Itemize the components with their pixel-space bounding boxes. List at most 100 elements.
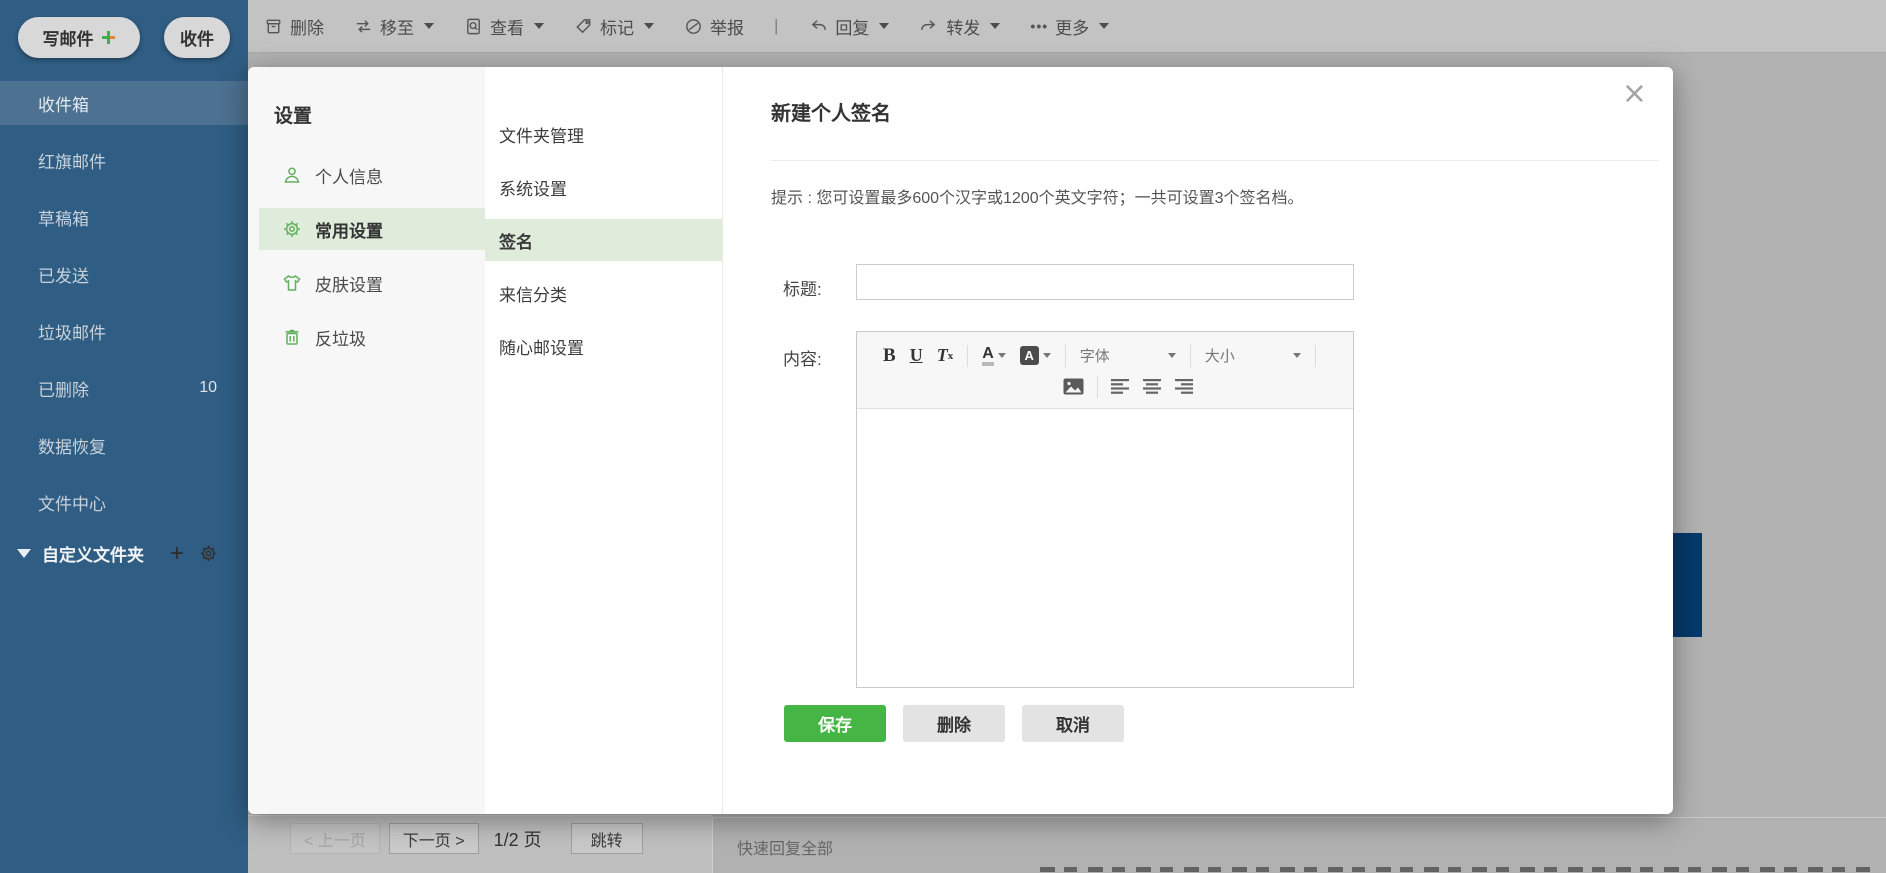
text-color-button[interactable]: A <box>982 345 1006 367</box>
font-family-select[interactable]: 字体 <box>1080 345 1176 366</box>
subnav-label: 系统设置 <box>499 179 567 199</box>
toolbar-item-label: 查看 <box>490 18 524 38</box>
toolbar-item-label: 举报 <box>710 18 744 38</box>
insert-image-button[interactable] <box>1063 378 1084 395</box>
plus-pencil-icon <box>101 31 115 44</box>
clear-format-button[interactable]: Tx <box>937 345 954 366</box>
receive-mail-label: 收件 <box>180 30 214 49</box>
font-size-select[interactable]: 大小 <box>1205 345 1301 366</box>
subnav-suixin-mail[interactable]: 随心邮设置 <box>485 325 722 367</box>
folder-label: 收件箱 <box>38 95 89 115</box>
next-page-button[interactable]: 下一页 > <box>388 823 479 854</box>
caret-down-icon <box>1292 353 1301 358</box>
settings-nav-label: 反垃圾 <box>315 329 366 349</box>
toolbar-divider: | <box>774 16 779 35</box>
settings-nav-skin[interactable]: 皮肤设置 <box>259 262 485 304</box>
compose-row: 写邮件 收件 <box>0 0 248 58</box>
subnav-incoming-classification[interactable]: 来信分类 <box>485 272 722 314</box>
caret-down-icon <box>990 23 1001 29</box>
subnav-signature[interactable]: 签名 <box>485 219 722 261</box>
reply-button[interactable]: 回复 <box>808 14 890 39</box>
toolbar-separator <box>1189 344 1191 367</box>
trash-icon <box>266 19 281 33</box>
caret-down-icon <box>1042 353 1051 358</box>
jump-page-button[interactable]: 跳转 <box>570 823 643 854</box>
forward-button[interactable]: 转发 <box>919 14 1001 39</box>
bold-button[interactable]: B <box>883 345 896 367</box>
folder-label: 数据恢复 <box>38 437 106 457</box>
subnav-label: 来信分类 <box>499 285 567 305</box>
align-left-icon <box>1111 379 1129 394</box>
save-button[interactable]: 保存 <box>784 705 886 742</box>
more-button[interactable]: ••• 更多 <box>1030 14 1110 39</box>
content-field-label: 内容: <box>783 350 822 369</box>
delete-button[interactable]: 删除 <box>903 705 1005 742</box>
toolbar-separator <box>1097 375 1098 398</box>
sidebar-item-inbox[interactable]: 收件箱 <box>0 81 248 125</box>
prev-page-button[interactable]: < 上一页 <box>290 823 380 854</box>
subnav-system-settings[interactable]: 系统设置 <box>485 166 722 208</box>
settings-modal: 设置 个人信息 常用设置 皮肤设置 反垃圾 文件夹管理 系统设置 签名 来信分类… <box>248 67 1673 814</box>
move-arrows-icon <box>356 19 371 33</box>
custom-folders-label: 自定义文件夹 <box>42 546 144 565</box>
mail-toolbar: 删除 移至 查看 标记 举报 | 回复 转发 ••• 更多 <box>248 0 1886 53</box>
toolbar-item-label: 移至 <box>380 18 414 38</box>
sidebar-item-deleted[interactable]: 已删除 10 <box>0 366 248 410</box>
folder-label: 红旗邮件 <box>38 152 106 172</box>
background-color-button[interactable]: A <box>1019 346 1051 365</box>
subnav-label: 签名 <box>499 232 533 252</box>
folder-label: 已发送 <box>38 266 89 286</box>
caret-down-icon <box>1167 353 1176 358</box>
pagination: < 上一页 下一页 > 1/2 页 跳转 <box>290 823 643 854</box>
more-dots-icon: ••• <box>1030 18 1049 34</box>
cancel-button[interactable]: 取消 <box>1022 705 1124 742</box>
editor-toolbar-row-2 <box>1063 371 1341 402</box>
folder-label: 已删除 <box>38 380 89 400</box>
gear-icon <box>200 545 217 562</box>
align-right-button[interactable] <box>1175 379 1194 394</box>
settings-nav-personal-info[interactable]: 个人信息 <box>259 154 485 196</box>
reply-arrow-icon <box>812 19 827 30</box>
align-right-icon <box>1175 379 1193 394</box>
align-left-button[interactable] <box>1111 379 1130 394</box>
custom-folders-section[interactable]: 自定义文件夹 + <box>0 541 248 566</box>
caret-down-icon <box>1099 23 1110 29</box>
settings-nav-label: 皮肤设置 <box>315 275 383 295</box>
title-divider <box>771 160 1659 161</box>
align-center-button[interactable] <box>1143 379 1162 394</box>
sidebar-item-drafts[interactable]: 草稿箱 <box>0 195 248 239</box>
report-button[interactable]: 举报 <box>684 14 744 39</box>
sidebar-item-flagged[interactable]: 红旗邮件 <box>0 138 248 182</box>
text-color-icon: A <box>982 345 994 367</box>
sidebar-item-spam[interactable]: 垃圾邮件 <box>0 309 248 353</box>
tag-button[interactable]: 标记 <box>574 14 654 39</box>
view-button[interactable]: 查看 <box>464 14 544 39</box>
subnav-folder-management[interactable]: 文件夹管理 <box>485 113 722 155</box>
underline-button[interactable]: U <box>910 345 923 366</box>
receive-mail-button[interactable]: 收件 <box>164 17 230 58</box>
write-mail-label: 写邮件 <box>42 30 94 49</box>
quick-reply-all-button[interactable]: 快速回复全部 <box>737 835 833 859</box>
settings-nav-antispam[interactable]: 反垃圾 <box>259 316 485 358</box>
sidebar-item-data-recovery[interactable]: 数据恢复 <box>0 423 248 467</box>
settings-nav-label: 个人信息 <box>315 167 383 187</box>
background-color-icon: A <box>1019 346 1039 365</box>
signature-content-area[interactable] <box>857 409 1353 687</box>
clipped-text-strip <box>1040 867 1870 872</box>
close-icon[interactable]: × <box>1622 79 1647 109</box>
delete-button[interactable]: 删除 <box>264 14 324 39</box>
move-to-button[interactable]: 移至 <box>354 14 434 39</box>
add-folder-button[interactable]: + <box>170 541 184 566</box>
signature-title-input[interactable] <box>856 264 1354 300</box>
settings-nav-general[interactable]: 常用设置 <box>259 208 485 250</box>
sidebar-item-sent[interactable]: 已发送 <box>0 252 248 296</box>
editor-toolbar: B U Tx A A 字体 大小 <box>857 332 1353 409</box>
sidebar-item-file-center[interactable]: 文件中心 <box>0 480 248 524</box>
subnav-label: 文件夹管理 <box>499 126 584 146</box>
write-mail-button[interactable]: 写邮件 <box>18 17 140 58</box>
toolbar-separator <box>967 344 969 367</box>
hint-text: 提示 : 您可设置最多600个汉字或1200个英文字符；一共可设置3个签名档。 <box>771 190 1304 207</box>
editor-toolbar-row-1: B U Tx A A 字体 大小 <box>883 340 1341 371</box>
page-indicator: 1/2 页 <box>493 829 542 850</box>
manage-folders-button[interactable] <box>199 544 218 563</box>
